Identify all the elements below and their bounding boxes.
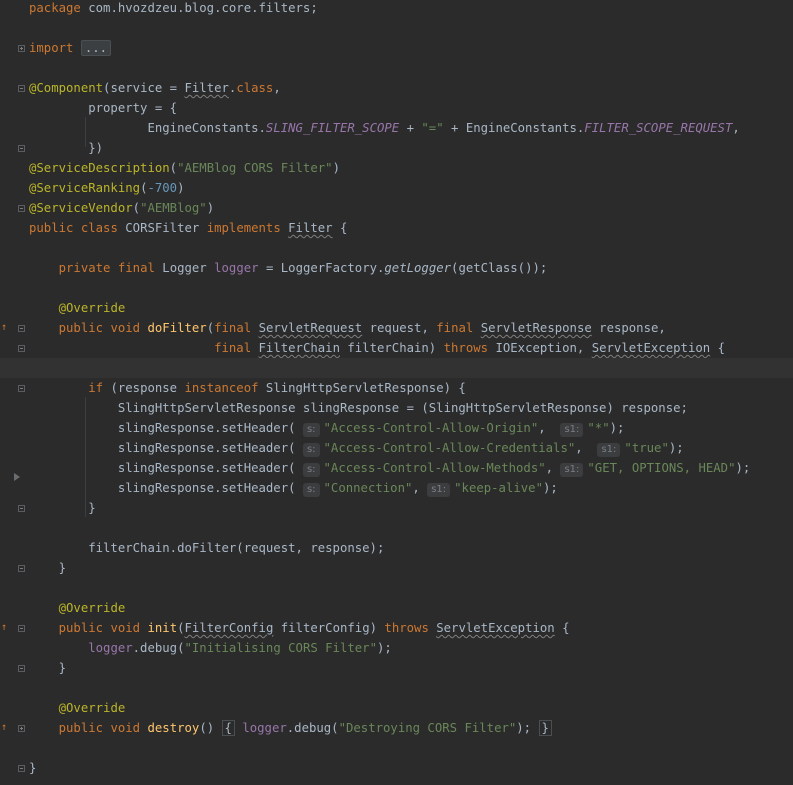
code-line[interactable]: SlingHttpServletResponse slingResponse =… bbox=[0, 398, 793, 418]
code-text: EngineConstants.SLING_FILTER_SCOPE + "="… bbox=[29, 121, 740, 135]
code-line[interactable]: final FilterChain filterChain) throws IO… bbox=[0, 338, 793, 358]
code-line[interactable]: @Override bbox=[0, 598, 793, 618]
code-line[interactable]: public class CORSFilter implements Filte… bbox=[0, 218, 793, 238]
code-text: final FilterChain filterChain) throws IO… bbox=[214, 341, 725, 355]
code-text: @Override bbox=[58, 701, 126, 715]
code-line[interactable] bbox=[0, 238, 793, 258]
fold-collapse-icon[interactable] bbox=[18, 665, 25, 672]
code-text: } bbox=[29, 661, 67, 675]
code-line[interactable] bbox=[0, 738, 793, 758]
code-text: @ServiceDescription("AEMBlog CORS Filter… bbox=[29, 161, 340, 175]
code-text: } bbox=[29, 501, 96, 515]
code-line[interactable] bbox=[0, 358, 793, 378]
code-line[interactable] bbox=[0, 578, 793, 598]
code-text: package com.hvozdzeu.blog.core.filters; bbox=[29, 1, 318, 15]
parameter-hint: s: bbox=[302, 423, 320, 437]
code-line[interactable]: slingResponse.setHeader( s: "Access-Contr… bbox=[0, 438, 793, 458]
code-line[interactable]: package com.hvozdzeu.blog.core.filters; bbox=[0, 0, 793, 18]
code-line[interactable] bbox=[0, 678, 793, 698]
fold-collapse-icon[interactable] bbox=[18, 345, 25, 352]
code-line[interactable]: @Override bbox=[0, 298, 793, 318]
fold-collapse-icon[interactable] bbox=[18, 565, 25, 572]
code-text: private final Logger logger = LoggerFact… bbox=[58, 261, 548, 275]
code-text: logger.debug("Initialising CORS Filter")… bbox=[88, 641, 392, 655]
parameter-hint: s: bbox=[302, 443, 320, 457]
code-line[interactable]: @ServiceVendor("AEMBlog") bbox=[0, 198, 793, 218]
code-text: public void destroy() { logger.debug("De… bbox=[29, 718, 552, 738]
code-text: filterChain.doFilter(request, response); bbox=[29, 541, 385, 555]
code-text: slingResponse.setHeader( s: "Access-Contr… bbox=[29, 441, 684, 457]
override-marker-icon[interactable]: ↑ bbox=[1, 623, 7, 633]
fold-collapse-icon[interactable] bbox=[18, 625, 25, 632]
code-text: public class CORSFilter implements Filte… bbox=[29, 221, 348, 235]
code-text: @Override bbox=[58, 601, 126, 615]
code-line[interactable]: @Override bbox=[0, 698, 793, 718]
code-editor[interactable]: package com.hvozdzeu.blog.core.filters; i… bbox=[0, 0, 793, 785]
code-line[interactable]: } bbox=[0, 498, 793, 518]
code-text: SlingHttpServletResponse slingResponse =… bbox=[29, 401, 688, 415]
fold-collapse-icon[interactable] bbox=[18, 505, 25, 512]
fold-expand-icon[interactable] bbox=[18, 725, 25, 732]
parameter-hint: s1: bbox=[427, 483, 451, 497]
code-text: slingResponse.setHeader( s: "Connection",… bbox=[29, 481, 558, 497]
parameter-hint: s: bbox=[302, 483, 320, 497]
code-line[interactable]: property = { bbox=[0, 98, 793, 118]
fold-collapse-icon[interactable] bbox=[18, 325, 25, 332]
code-line[interactable]: } bbox=[0, 758, 793, 778]
fold-collapse-icon[interactable] bbox=[18, 385, 25, 392]
code-line[interactable] bbox=[0, 58, 793, 78]
code-text: @Override bbox=[58, 301, 126, 315]
fold-collapse-icon[interactable] bbox=[18, 145, 25, 152]
code-text: @ServiceVendor("AEMBlog") bbox=[29, 201, 215, 215]
code-text: public void init(FilterConfig filterConf… bbox=[58, 621, 570, 635]
parameter-hint: s: bbox=[302, 463, 320, 477]
gutter-arrow-icon bbox=[14, 473, 20, 481]
fold-brace[interactable]: } bbox=[538, 720, 552, 736]
code-line[interactable]: @ServiceRanking(-700) bbox=[0, 178, 793, 198]
fold-expand-icon[interactable] bbox=[18, 45, 25, 52]
code-line[interactable] bbox=[0, 18, 793, 38]
code-text: @ServiceRanking(-700) bbox=[29, 181, 185, 195]
code-line[interactable]: public void destroy() { logger.debug("De… bbox=[0, 718, 793, 738]
code-line[interactable]: @Component(service = Filter.class, bbox=[0, 78, 793, 98]
code-line[interactable] bbox=[0, 518, 793, 538]
code-line[interactable]: slingResponse.setHeader( s: "Access-Contr… bbox=[0, 418, 793, 438]
code-line[interactable]: } bbox=[0, 658, 793, 678]
fold-collapse-icon[interactable] bbox=[18, 765, 25, 772]
code-line[interactable] bbox=[0, 278, 793, 298]
override-marker-icon[interactable]: ↑ bbox=[1, 323, 7, 333]
code-line[interactable]: public void init(FilterConfig filterConf… bbox=[0, 618, 793, 638]
code-text: }) bbox=[29, 141, 104, 155]
folded-imports[interactable]: ... bbox=[80, 40, 112, 56]
code-line[interactable]: @ServiceDescription("AEMBlog CORS Filter… bbox=[0, 158, 793, 178]
parameter-hint: s1: bbox=[560, 423, 584, 437]
code-text: import ... bbox=[29, 38, 112, 58]
fold-collapse-icon[interactable] bbox=[18, 205, 25, 212]
code-line[interactable]: slingResponse.setHeader( s: "Connection",… bbox=[0, 478, 793, 498]
code-text: } bbox=[29, 561, 67, 575]
code-line[interactable]: slingResponse.setHeader( s: "Access-Contr… bbox=[0, 458, 793, 478]
code-text: if (response instanceof SlingHttpServlet… bbox=[88, 381, 466, 395]
code-line[interactable]: public void doFilter(final ServletReques… bbox=[0, 318, 793, 338]
code-line[interactable]: }) bbox=[0, 138, 793, 158]
code-text: slingResponse.setHeader( s: "Access-Contr… bbox=[29, 461, 751, 477]
code-text: @Component(service = Filter.class, bbox=[29, 81, 281, 95]
code-line[interactable]: if (response instanceof SlingHttpServlet… bbox=[0, 378, 793, 398]
fold-collapse-icon[interactable] bbox=[18, 85, 25, 92]
code-line[interactable]: } bbox=[0, 558, 793, 578]
parameter-hint: s1: bbox=[560, 463, 584, 477]
code-text: slingResponse.setHeader( s: "Access-Contr… bbox=[29, 421, 625, 437]
code-text: } bbox=[29, 761, 37, 775]
fold-brace[interactable]: { bbox=[221, 720, 235, 736]
parameter-hint: s1: bbox=[597, 443, 621, 457]
override-marker-icon[interactable]: ↑ bbox=[1, 723, 7, 733]
code-line[interactable]: filterChain.doFilter(request, response); bbox=[0, 538, 793, 558]
code-text: property = { bbox=[29, 101, 178, 115]
code-line[interactable]: logger.debug("Initialising CORS Filter")… bbox=[0, 638, 793, 658]
code-line[interactable]: private final Logger logger = LoggerFact… bbox=[0, 258, 793, 278]
code-line[interactable]: import ... bbox=[0, 38, 793, 58]
code-line[interactable]: EngineConstants.SLING_FILTER_SCOPE + "="… bbox=[0, 118, 793, 138]
code-text: public void doFilter(final ServletReques… bbox=[58, 321, 666, 335]
